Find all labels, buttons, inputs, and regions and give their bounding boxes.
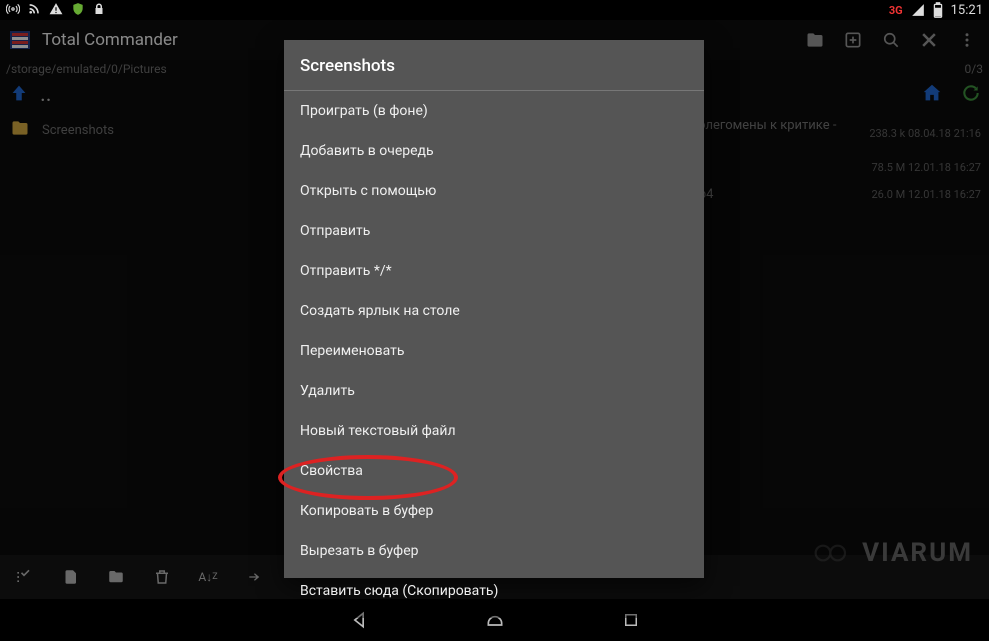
clock: 15:21 xyxy=(951,3,983,18)
lock-icon xyxy=(93,2,105,19)
ctx-new-txt[interactable]: Новый текстовый файл xyxy=(284,411,704,451)
ctx-delete[interactable]: Удалить xyxy=(284,371,704,411)
watermark: VIARUM xyxy=(812,538,973,568)
ctx-open-with[interactable]: Открыть с помощью xyxy=(284,171,704,211)
context-menu: Screenshots Проиграть (в фоне) Добавить … xyxy=(284,40,704,578)
ctx-paste-here[interactable]: Вставить сюда (Скопировать) xyxy=(284,571,704,611)
context-menu-title: Screenshots xyxy=(284,40,704,91)
status-bar: 3G 15:21 xyxy=(0,0,989,20)
shield-icon xyxy=(71,2,85,19)
rss-icon xyxy=(28,2,41,18)
battery-icon xyxy=(933,2,943,18)
ctx-send-any[interactable]: Отправить */* xyxy=(284,251,704,291)
network-label: 3G xyxy=(889,4,903,17)
watermark-text: VIARUM xyxy=(862,538,973,568)
ctx-play-bg[interactable]: Проиграть (в фоне) xyxy=(284,91,704,131)
ctx-send[interactable]: Отправить xyxy=(284,211,704,251)
status-left xyxy=(6,2,105,19)
signal-icon xyxy=(911,3,925,17)
ctx-enqueue[interactable]: Добавить в очередь xyxy=(284,131,704,171)
ctx-properties[interactable]: Свойства xyxy=(284,451,704,491)
broadcast-icon xyxy=(6,2,20,19)
ctx-shortcut[interactable]: Создать ярлык на столе xyxy=(284,291,704,331)
warning-icon xyxy=(49,2,63,19)
ctx-cut-clip[interactable]: Вырезать в буфер xyxy=(284,531,704,571)
status-right: 3G 15:21 xyxy=(889,2,983,18)
ctx-copy-clip[interactable]: Копировать в буфер xyxy=(284,491,704,531)
ctx-rename[interactable]: Переименовать xyxy=(284,331,704,371)
